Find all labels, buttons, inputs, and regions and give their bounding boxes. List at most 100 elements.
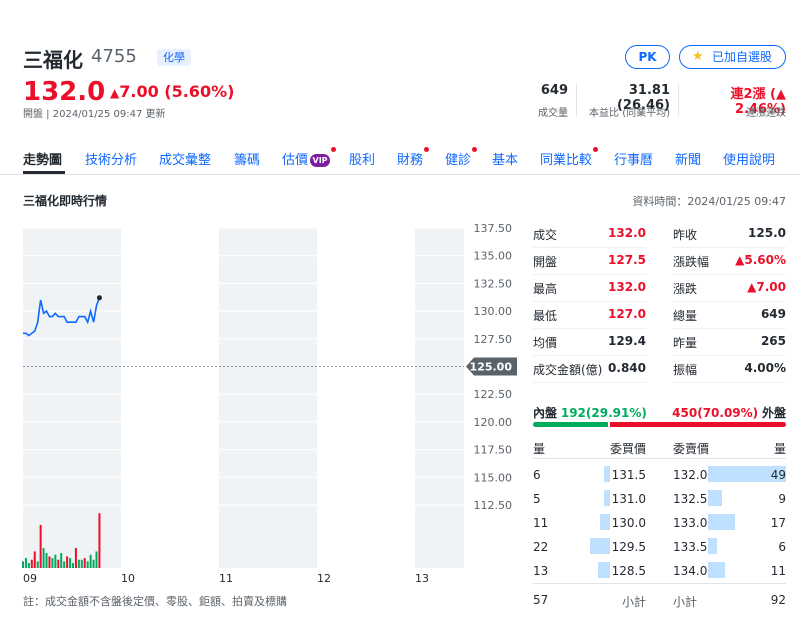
y-tick-label: 132.50 — [474, 277, 513, 290]
notification-dot-icon — [331, 147, 337, 152]
tab-label: 走勢圖 — [23, 153, 63, 168]
tab-10[interactable]: 行事曆 — [614, 149, 653, 168]
industry-badge[interactable]: 化學 — [157, 49, 191, 66]
quote-row-divider — [533, 355, 646, 356]
pk-button[interactable]: PK — [625, 45, 670, 69]
tab-label: 財務 — [397, 153, 424, 168]
tab-label: 健診 — [445, 153, 472, 168]
volume-bar — [45, 553, 48, 568]
quote-row-divider — [673, 382, 786, 383]
tab-0[interactable]: 走勢圖 — [23, 149, 62, 168]
y-tick-label: 120.00 — [474, 416, 513, 429]
quote-value: 132.0 — [608, 280, 646, 294]
tab-2[interactable]: 成交彙整 — [159, 149, 211, 168]
volume-value: 649 — [540, 83, 568, 98]
ask-volume: 49 — [770, 468, 786, 482]
outer-label: 外盤 — [761, 406, 786, 420]
quote-value: 127.5 — [608, 253, 646, 267]
volume-bar — [77, 559, 80, 568]
volume-bar — [57, 559, 60, 568]
ask-price: 134.0 — [673, 564, 708, 578]
tab-11[interactable]: 新聞 — [675, 149, 701, 168]
tab-label: 技術分析 — [85, 153, 138, 168]
hour-band — [121, 228, 219, 568]
ask-subtotal-label: 小計 — [673, 595, 698, 609]
y-tick-label: 117.50 — [474, 444, 513, 457]
tab-12[interactable]: 使用說明 — [723, 149, 775, 168]
quote-row-divider — [673, 247, 786, 248]
tab-1[interactable]: 技術分析 — [85, 149, 137, 168]
quote-label: 均價 — [533, 336, 558, 350]
volume-label: 成交量 — [538, 108, 568, 119]
tab-label: 籌碼 — [234, 153, 261, 168]
outer-value: 450(70.09%) — [672, 406, 759, 420]
x-tick-label: 10 — [121, 572, 135, 585]
volume-bar — [22, 561, 24, 568]
inner-bar — [533, 422, 608, 427]
tab-7[interactable]: 健診 — [445, 147, 478, 168]
tab-8[interactable]: 基本 — [492, 149, 518, 168]
quote-label: 成交 — [533, 228, 558, 242]
ask-price: 132.5 — [673, 492, 708, 506]
ask-volume: 6 — [778, 540, 786, 554]
ask-total: 92 — [770, 593, 786, 607]
tab-5[interactable]: 股利 — [349, 149, 375, 168]
ask-price-header: 委賣價 — [673, 442, 710, 456]
tab-label: 估價 — [282, 153, 309, 168]
y-tick-label: 115.00 — [474, 471, 513, 484]
ask-volume: 9 — [778, 492, 786, 506]
outer-volume: 450(70.09%) 外盤 — [600, 404, 786, 421]
intraday-chart[interactable]: 137.50 135.00 132.50 130.00 127.50 122.50 120.… — [0, 220, 525, 585]
orderbook-divider — [533, 583, 786, 584]
quote-row-divider — [533, 247, 646, 248]
active-tab-indicator — [23, 171, 65, 174]
y-tick-label: 127.50 — [474, 333, 513, 346]
tab-label: 基本 — [492, 153, 519, 168]
tab-label: 新聞 — [675, 153, 702, 168]
update-info: 開盤 | 2024/01/25 09:47 更新 — [23, 109, 166, 120]
x-tick-label: 13 — [415, 572, 429, 585]
volume-bar — [36, 561, 39, 568]
ask-volume-bar — [708, 562, 726, 578]
tab-label: 股利 — [349, 153, 376, 168]
watchlist-button[interactable]: ★ 已加自選股 — [679, 45, 786, 69]
volume-bar — [71, 563, 74, 568]
y-tick-label: 135.00 — [474, 250, 513, 263]
bid-volume: 22 — [533, 540, 549, 554]
y-tick-label: 122.50 — [474, 388, 513, 401]
streak-label: 連漲連跌 — [746, 108, 786, 119]
tab-4[interactable]: 估價 VIP — [282, 147, 337, 168]
volume-bar — [86, 561, 89, 568]
quote-row-divider — [673, 301, 786, 302]
bid-volume: 5 — [533, 492, 541, 506]
volume-bar — [66, 556, 69, 568]
x-tick-label: 11 — [219, 572, 233, 585]
quote-row-divider — [533, 382, 646, 383]
stock-name: 三福化 — [23, 48, 83, 72]
tab-6[interactable]: 財務 — [397, 147, 430, 168]
quote-value: 649 — [760, 307, 786, 321]
quote-row-divider — [673, 274, 786, 275]
bid-price: 129.5 — [611, 540, 646, 554]
tab-label: 同業比較 — [540, 153, 593, 168]
quote-label: 開盤 — [533, 255, 558, 269]
quote-value: ▲7.00 — [747, 280, 786, 294]
section-title: 三福化即時行情 — [23, 194, 108, 208]
inner-label: 內盤 — [533, 406, 558, 420]
notification-dot-icon — [593, 147, 599, 152]
y-tick-label: 112.50 — [474, 499, 513, 512]
ask-volume-bar — [708, 514, 736, 530]
stat-divider — [576, 84, 577, 116]
footnote: 註：成交金額不含盤後定價、零股、鉅額、拍賣及標購 — [23, 595, 287, 608]
bid-price-header: 委買價 — [609, 442, 646, 456]
last-price-dot — [96, 295, 102, 301]
tab-3[interactable]: 籌碼 — [234, 149, 260, 168]
volume-bar — [74, 548, 77, 568]
hour-band — [219, 228, 317, 568]
tab-9[interactable]: 同業比較 — [540, 147, 599, 168]
hour-band — [415, 228, 464, 568]
quote-value: 0.840 — [608, 361, 646, 375]
volume-bar — [63, 561, 66, 568]
x-tick-label: 12 — [317, 572, 331, 585]
volume-bar — [69, 558, 72, 568]
